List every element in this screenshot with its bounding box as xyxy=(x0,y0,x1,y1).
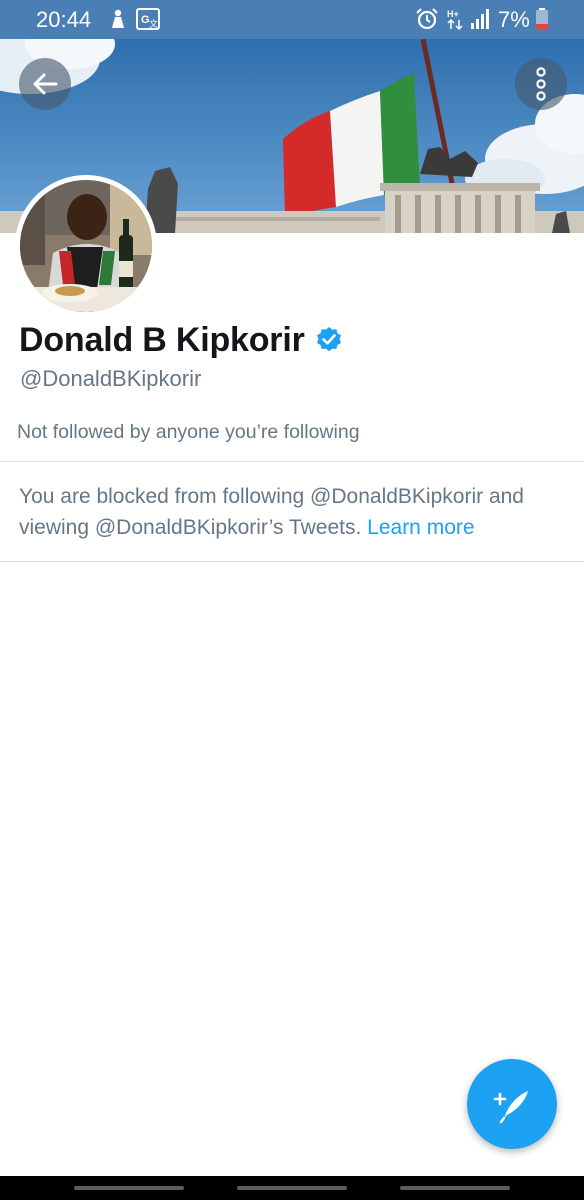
profile-handle: @DonaldBKipkorir xyxy=(20,366,202,391)
divider xyxy=(0,461,584,462)
alarm-icon xyxy=(415,8,439,35)
arrow-left-icon xyxy=(33,73,58,95)
verified-badge-icon xyxy=(316,327,341,352)
signal-icon xyxy=(470,8,490,35)
display-name: Donald B Kipkorir xyxy=(19,320,305,359)
translate-icon: G文 xyxy=(136,8,160,35)
back-button[interactable] xyxy=(19,58,71,110)
blocked-notice: You are blocked from following @DonaldBK… xyxy=(19,481,574,543)
network-hplus-icon: H+ xyxy=(447,8,465,35)
battery-percent: 7% xyxy=(498,7,530,32)
compose-tweet-icon xyxy=(493,1091,528,1124)
svg-text:H+: H+ xyxy=(447,9,459,19)
status-bar: 20:44 G文 H+ 7% xyxy=(0,0,584,39)
more-vertical-icon xyxy=(536,67,546,101)
system-nav-bar xyxy=(0,1176,584,1200)
svg-text:文: 文 xyxy=(149,18,158,29)
status-time: 20:44 xyxy=(36,7,92,32)
notification-icon xyxy=(108,8,128,35)
more-options-button[interactable] xyxy=(515,58,567,110)
display-name-row: Donald B Kipkorir xyxy=(19,318,343,362)
nav-home[interactable] xyxy=(237,1186,347,1190)
nav-back[interactable] xyxy=(400,1186,510,1190)
avatar[interactable] xyxy=(15,175,157,317)
divider xyxy=(0,561,584,562)
followers-you-know-note: Not followed by anyone you’re following xyxy=(17,421,360,443)
learn-more-link[interactable]: Learn more xyxy=(367,516,474,539)
compose-tweet-button[interactable] xyxy=(467,1059,557,1149)
nav-recent-apps[interactable] xyxy=(74,1186,184,1190)
battery-low-icon xyxy=(535,8,549,35)
